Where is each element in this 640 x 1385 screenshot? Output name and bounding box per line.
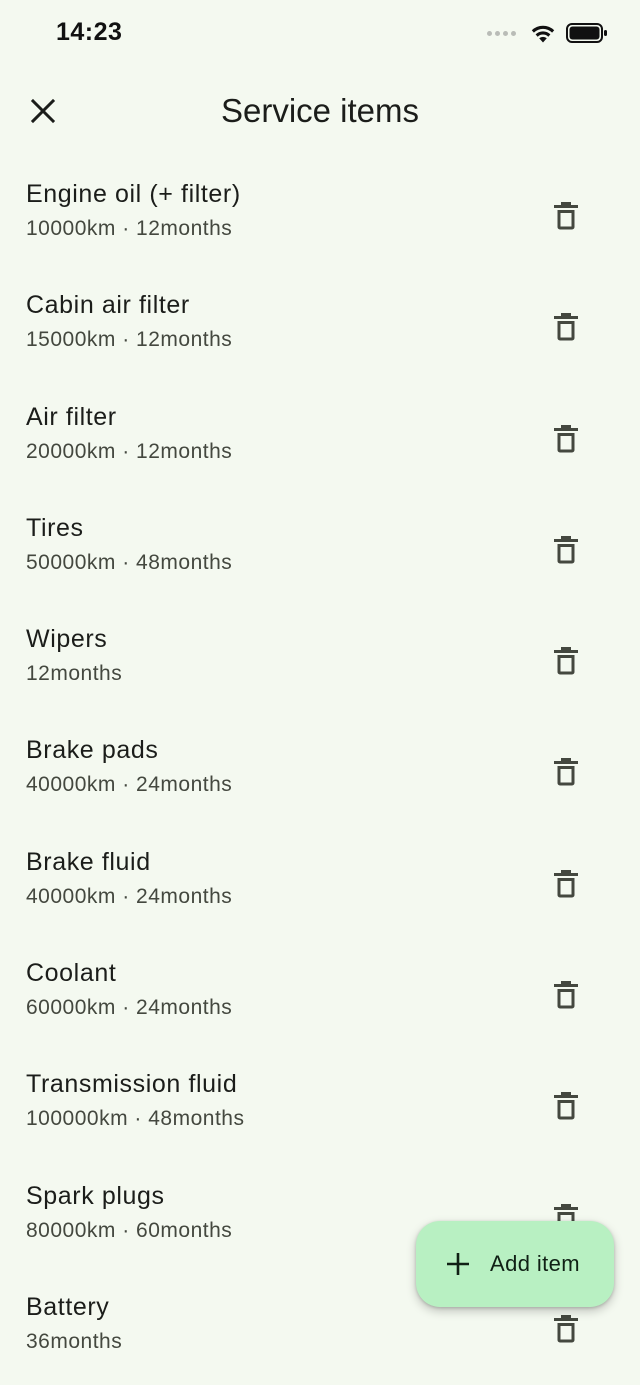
trash-icon (554, 313, 578, 341)
status-icons (487, 22, 608, 44)
item-title: Coolant (26, 959, 117, 988)
item-title: Engine oil (+ filter) (26, 180, 241, 208)
wifi-icon (531, 25, 555, 43)
trash-icon (554, 202, 578, 230)
item-title: Transmission fluid (26, 1070, 238, 1099)
battery-icon (566, 23, 607, 43)
item-subtitle: 100000km · 48months (26, 1107, 245, 1131)
list-item[interactable]: Coolant 60000km · 24months (0, 933, 640, 1044)
item-subtitle: 60000km · 24months (26, 996, 233, 1020)
trash-icon (554, 535, 578, 564)
item-title: Air filter (26, 402, 117, 431)
item-subtitle: 40000km · 24months (26, 884, 233, 908)
item-title: Battery (26, 1292, 110, 1321)
item-title: Brake fluid (26, 847, 151, 876)
trash-icon (554, 981, 578, 1009)
delete-button[interactable] (542, 971, 590, 1019)
delete-button[interactable] (542, 303, 590, 351)
status-time: 14:23 (56, 18, 123, 46)
delete-button[interactable] (542, 526, 590, 574)
list-item[interactable]: Air filter 20000km · 12months (0, 377, 640, 488)
item-subtitle: 12months (26, 662, 123, 686)
add-item-label: Add item (490, 1251, 581, 1276)
item-title: Cabin air filter (26, 291, 190, 320)
trash-icon (554, 758, 578, 786)
item-subtitle: 20000km · 12months (26, 439, 233, 463)
item-subtitle: 40000km · 24months (26, 773, 233, 797)
list-item[interactable]: Wipers 12months (0, 599, 640, 710)
signal-icon (487, 30, 516, 36)
trash-icon (554, 869, 578, 898)
delete-button[interactable] (542, 748, 590, 796)
page-title: Service items (220, 92, 420, 129)
delete-button[interactable] (542, 192, 590, 240)
item-subtitle: 80000km · 60months (26, 1218, 233, 1242)
list-item[interactable]: Cabin air filter 15000km · 12months (0, 265, 640, 376)
plus-icon (447, 1253, 469, 1275)
item-subtitle: 36months (26, 1329, 123, 1353)
delete-button[interactable] (542, 637, 590, 685)
trash-icon (554, 1092, 578, 1120)
item-subtitle: 15000km · 12months (26, 328, 233, 352)
list-item[interactable]: Transmission fluid 100000km · 48months (0, 1044, 640, 1155)
list-item[interactable]: Brake fluid 40000km · 24months (0, 822, 640, 933)
add-item-button[interactable]: Add item (416, 1221, 614, 1307)
item-title: Wipers (26, 625, 108, 654)
status-bar: 14:23 (0, 0, 640, 70)
trash-icon (554, 424, 578, 453)
list-item[interactable]: Brake pads 40000km · 24months (0, 710, 640, 821)
delete-button[interactable] (542, 1082, 590, 1130)
delete-button[interactable] (542, 415, 590, 463)
delete-button[interactable] (542, 860, 590, 908)
app-bar: Service items (0, 70, 640, 154)
item-title: Spark plugs (26, 1181, 165, 1210)
item-title: Brake pads (26, 736, 159, 765)
trash-icon (554, 647, 578, 675)
trash-icon (554, 1314, 578, 1343)
item-subtitle: 50000km · 48months (26, 550, 233, 574)
list-item[interactable]: Tires 50000km · 48months (0, 488, 640, 599)
item-title: Tires (26, 513, 84, 542)
service-items-list: Engine oil (+ filter) 10000km · 12months… (0, 154, 640, 1378)
delete-button[interactable] (542, 1305, 590, 1353)
list-item[interactable]: Engine oil (+ filter) 10000km · 12months (0, 154, 640, 265)
item-subtitle: 10000km · 12months (26, 217, 233, 240)
